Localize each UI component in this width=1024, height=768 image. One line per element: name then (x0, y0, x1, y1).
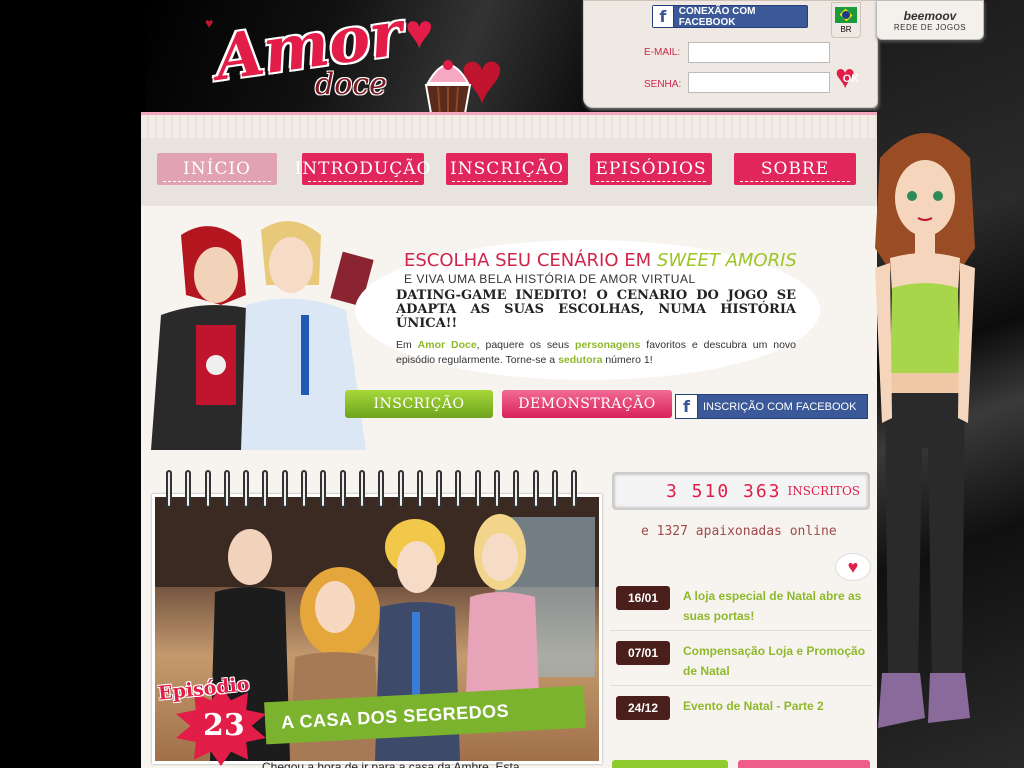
nav-inicio[interactable]: INÍCIO (157, 153, 277, 185)
login-ok-button[interactable]: OK (835, 58, 865, 97)
episode-snippet: Chegou a hora de ir para a casa da Ambre… (262, 760, 520, 768)
facebook-icon: f (653, 6, 674, 27)
nav-episodios[interactable]: EPISÓDIOS (590, 153, 712, 185)
news-link[interactable]: A loja especial de Natal abre as suas po… (683, 586, 872, 626)
nav-sobre[interactable]: SOBRE (734, 153, 856, 185)
news-item[interactable]: 24/12 Evento de Natal - Parte 2 (610, 696, 872, 720)
site-logo[interactable]: ♥ Amor doce ♥ ♥ (205, 0, 504, 125)
hero-body-brand: Amor Doce (417, 339, 477, 351)
password-input[interactable] (688, 72, 830, 93)
logo-sub-text: doce (315, 67, 387, 102)
demo-label: DEMONSTRAÇÃO (518, 396, 656, 412)
hero-body-highlight: sedutora (558, 354, 603, 366)
news-link[interactable]: Evento de Natal - Parte 2 (683, 696, 824, 716)
hero-body: Em Amor Doce, paquere os seus personagen… (396, 338, 796, 368)
nav-inscricao[interactable]: INSCRIÇÃO (446, 153, 568, 185)
heart-icon: ♥ (835, 553, 871, 581)
facebook-connect-button[interactable]: f CONEXÃO COM FACEBOOK (652, 5, 808, 28)
episode-number: 23 (203, 708, 245, 743)
hero-body-highlight: personagens (575, 339, 641, 351)
divider (610, 685, 872, 686)
nav-label: INTRODUÇÃO (294, 159, 432, 179)
country-code: BR (840, 25, 852, 34)
hero-body-text: Em (396, 339, 412, 351)
news-item[interactable]: 16/01 A loja especial de Natal abre as s… (610, 586, 872, 626)
subscriber-counter: 3 510 363 INSCRITOS (612, 472, 870, 510)
beemoov-logo: beemoov (903, 9, 957, 23)
news-date: 16/01 (616, 586, 670, 610)
news-date: 07/01 (616, 641, 670, 665)
hero-title-prefix: ESCOLHA SEU CENÁRIO EM (404, 250, 652, 271)
demo-button[interactable]: DEMONSTRAÇÃO (502, 390, 672, 418)
subscriber-count: 3 510 363 (665, 480, 782, 502)
hero-title: ESCOLHA SEU CENÁRIO EM SWEET AMORIS (404, 250, 797, 271)
signup-button[interactable]: INSCRIÇÃO (345, 390, 493, 418)
facebook-connect-label: CONEXÃO COM FACEBOOK (678, 5, 756, 28)
nav-introducao[interactable]: INTRODUÇÃO (295, 153, 430, 185)
nav-label: INÍCIO (183, 159, 251, 179)
nav-label: EPISÓDIOS (595, 159, 707, 179)
hero-title-highlight: SWEET AMORIS (656, 250, 797, 271)
signup-label: INSCRIÇÃO (373, 396, 465, 412)
hero-headline: DATING-GAME INEDITO! O CENARIO DO JOGO S… (396, 288, 796, 331)
beemoov-network-link[interactable]: beemoov REDE DE JOGOS (876, 0, 984, 40)
facebook-signup-label: INSCRIÇÃO COM FACEBOOK (703, 400, 857, 413)
subscriber-label: INSCRITOS (787, 484, 860, 498)
episode-badge: Episódio 23 (157, 673, 268, 766)
nav-label: SOBRE (760, 159, 830, 179)
bottom-signup-button[interactable] (612, 760, 728, 768)
password-label: SENHA: (644, 79, 682, 90)
email-label: E-MAIL: (644, 47, 681, 58)
bottom-demo-button[interactable] (738, 760, 870, 768)
news-link[interactable]: Compensação Loja e Promoção de Natal (683, 641, 872, 681)
background-left (0, 0, 145, 768)
facebook-icon: f (676, 395, 698, 418)
brazil-flag-icon (835, 7, 857, 23)
girl-character-illustration (875, 133, 975, 728)
email-input[interactable] (688, 42, 830, 63)
country-selector[interactable]: BR (831, 2, 861, 38)
divider (610, 630, 872, 631)
news-item[interactable]: 07/01 Compensação Loja e Promoção de Nat… (610, 641, 872, 681)
news-date: 24/12 (616, 696, 670, 720)
nav-label: INSCRIÇÃO (450, 159, 564, 179)
heart-icon: ♥ (405, 6, 434, 59)
hero-body-text: número 1! (605, 354, 653, 366)
facebook-signup-button[interactable]: f INSCRIÇÃO COM FACEBOOK (675, 394, 868, 419)
notebook-spiral (166, 470, 578, 508)
hero-subtitle: E VIVA UMA BELA HISTÓRIA DE AMOR VIRTUAL (404, 272, 696, 286)
online-count: e 1327 apaixonadas online (641, 524, 837, 539)
hero-body-text: , paquere os seus (476, 339, 570, 351)
network-label: REDE DE JOGOS (893, 23, 967, 32)
